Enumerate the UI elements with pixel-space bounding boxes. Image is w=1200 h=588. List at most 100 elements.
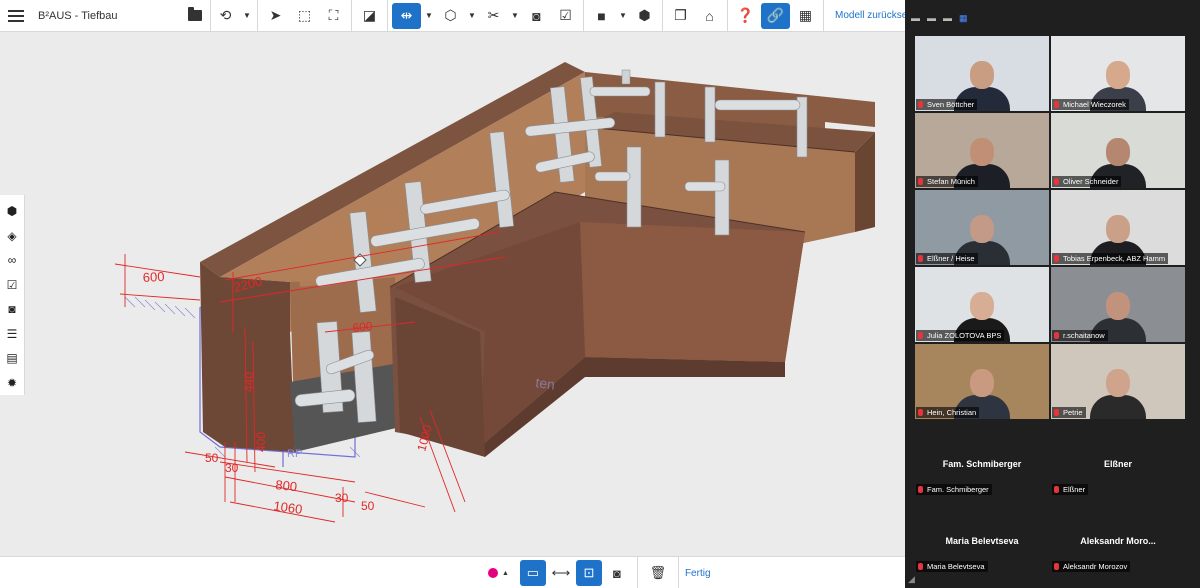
participant-nameplate: Michael Wieczorek <box>1052 99 1129 110</box>
participant-nameplate: Elßner <box>1052 484 1089 495</box>
toolbar-tools: ⟲ ▼ ➤ ⬚ ⛶ ◪ ⇹ ▼ ⬡ ▼ ✂ ▼ ◙ ☑ ■ ▼ ⬢ ❐ ⌂ ❓ <box>211 0 905 32</box>
view-switcher: ▬ ▬ ▬ ▦ <box>905 0 1200 36</box>
participant-tile[interactable]: Fam. Schmiberger Fam. Schmiberger <box>915 421 1049 496</box>
chevron-down-icon[interactable]: ▼ <box>465 0 479 32</box>
mic-muted-icon <box>918 409 923 416</box>
rp-label: RP <box>287 448 302 460</box>
toolbar-divider <box>583 0 584 32</box>
table-icon[interactable]: ▤ <box>0 346 25 371</box>
cube-outline-icon[interactable]: ⬢ <box>630 0 659 32</box>
layers-icon[interactable]: ❐ <box>666 0 695 32</box>
chevron-down-icon[interactable]: ▼ <box>508 0 522 32</box>
dim-400: 400 <box>254 432 268 452</box>
avatar-head <box>970 61 994 89</box>
participant-tile[interactable]: r.schaitanow <box>1051 267 1185 342</box>
camera-icon[interactable]: ◙ <box>522 0 551 32</box>
box-icon[interactable]: ■ <box>587 0 616 32</box>
participant-tile[interactable]: Aleksandr Moro... Aleksandr Morozov <box>1051 498 1185 573</box>
crop-icon[interactable]: ⛶ <box>319 0 348 32</box>
chevron-down-icon[interactable]: ▼ <box>422 0 436 32</box>
participant-nameplate: Elßner / Heise <box>916 253 978 264</box>
gallery-view-icon[interactable]: ▦ <box>959 13 968 24</box>
mic-muted-icon <box>918 101 923 108</box>
mic-muted-icon <box>918 178 923 185</box>
participant-tile[interactable]: Tobias Erpenbeck, ABZ Hamm <box>1051 190 1185 265</box>
participant-tile[interactable]: Elßner Elßner <box>1051 421 1185 496</box>
clipboard-check-icon[interactable]: ☑ <box>551 0 580 32</box>
menu-icon[interactable] <box>8 9 24 22</box>
mic-muted-icon <box>1054 101 1059 108</box>
avatar-head <box>970 138 994 166</box>
checklist-icon[interactable]: ☑ <box>0 273 25 298</box>
chevron-up-icon[interactable]: ▲ <box>502 570 509 577</box>
box-select-icon[interactable]: ⬚ <box>290 0 319 32</box>
measure-icon[interactable]: ⇹ <box>392 2 421 29</box>
strip-view-icon[interactable]: ▬ <box>927 13 936 23</box>
scissors-icon[interactable]: ✂ <box>479 0 508 32</box>
3d-viewport[interactable]: 600 2200 600 440 400 50 30 800 1060 30 5… <box>25 32 905 556</box>
dim-1060: 1060 <box>273 498 304 517</box>
app-title: B²AUS - Tiefbau <box>38 9 118 22</box>
link-icon[interactable]: 🔗 <box>761 2 790 29</box>
calculator-icon[interactable]: ▦ <box>791 0 820 32</box>
participant-name: r.schaitanow <box>1063 331 1105 340</box>
avatar-head <box>1106 369 1130 397</box>
mic-muted-icon <box>918 332 923 339</box>
mic-muted-icon <box>918 486 923 493</box>
mic-muted-icon <box>1054 409 1059 416</box>
avatar-head <box>970 369 994 397</box>
chevron-down-icon[interactable]: ▼ <box>616 0 630 32</box>
mic-muted-icon <box>1054 486 1059 493</box>
participant-tile[interactable]: Hein, Christian <box>915 344 1049 419</box>
participant-display-name: Fam. Schmiberger <box>942 459 1022 469</box>
polygon-icon[interactable]: ⬡ <box>436 0 465 32</box>
camera-icon[interactable]: ◙ <box>0 297 25 322</box>
ghost-icon[interactable]: ⌂ <box>695 0 724 32</box>
avatar-head <box>1106 61 1130 89</box>
settings-icon[interactable]: ✹ <box>0 371 25 396</box>
speech-bubble-icon[interactable]: ▭ <box>519 560 546 586</box>
dim-800: 800 <box>275 477 298 494</box>
split-view-icon[interactable]: ▬ <box>943 13 952 23</box>
frame-tool-icon[interactable]: ⊡ <box>575 560 602 586</box>
line-tool-icon[interactable]: ⟷ <box>548 560 574 586</box>
pointer-icon[interactable]: ➤ <box>261 0 290 32</box>
help-icon[interactable]: ❓ <box>731 0 760 32</box>
participant-tile[interactable]: Sven Böttcher <box>915 36 1049 111</box>
participant-tile[interactable]: Petrie <box>1051 344 1185 419</box>
orbit-icon[interactable]: ⟲ <box>211 0 240 32</box>
participant-tile[interactable]: Maria Belevtseva Maria Belevtseva <box>915 498 1049 573</box>
participant-name: Maria Belevtseva <box>927 562 985 571</box>
dim-600-mid: 600 <box>352 319 374 335</box>
layers-icon[interactable]: ◈ <box>0 224 25 249</box>
mic-muted-icon <box>918 563 923 570</box>
toolbar-divider <box>662 0 663 32</box>
section-icon[interactable]: ◪ <box>355 0 384 32</box>
cube-icon[interactable]: ⬢ <box>0 199 25 224</box>
participant-tile[interactable]: Michael Wieczorek <box>1051 36 1185 111</box>
folder-icon[interactable] <box>188 7 202 21</box>
speaker-view-icon[interactable]: ▬ <box>911 13 920 23</box>
participant-tile[interactable]: Julia ZOLOTOVA BPS <box>915 267 1049 342</box>
participant-name: Elßner / Heise <box>927 254 975 263</box>
mic-muted-icon <box>1054 178 1059 185</box>
participant-tile[interactable]: Oliver Schneider <box>1051 113 1185 188</box>
color-picker-icon[interactable] <box>488 568 498 578</box>
done-button[interactable]: Fertig <box>685 568 711 579</box>
camera-icon[interactable]: ◙ <box>604 560 630 586</box>
participant-name: Stefan Münich <box>927 177 975 186</box>
dim-50-left: 50 <box>205 451 219 465</box>
participant-tile[interactable]: Elßner / Heise <box>915 190 1049 265</box>
chevron-down-icon[interactable]: ▼ <box>240 0 254 32</box>
toolbar-divider <box>823 0 824 32</box>
participant-nameplate: Sven Böttcher <box>916 99 978 110</box>
dim-30-left: 30 <box>225 461 239 475</box>
bottom-toolbar: ▲ ▭ ⟷ ⊡ ◙ 🗑 Fertig <box>0 556 905 588</box>
resize-icon[interactable]: ◢ <box>908 574 915 585</box>
tree-icon[interactable]: ☰ <box>0 322 25 347</box>
participant-tile[interactable]: Stefan Münich <box>915 113 1049 188</box>
reset-model-link[interactable]: Modell zurücksetz <box>827 10 905 21</box>
avatar-head <box>1106 215 1130 243</box>
link-icon[interactable]: ∞ <box>0 248 25 273</box>
delete-icon[interactable]: 🗑 <box>645 560 671 586</box>
